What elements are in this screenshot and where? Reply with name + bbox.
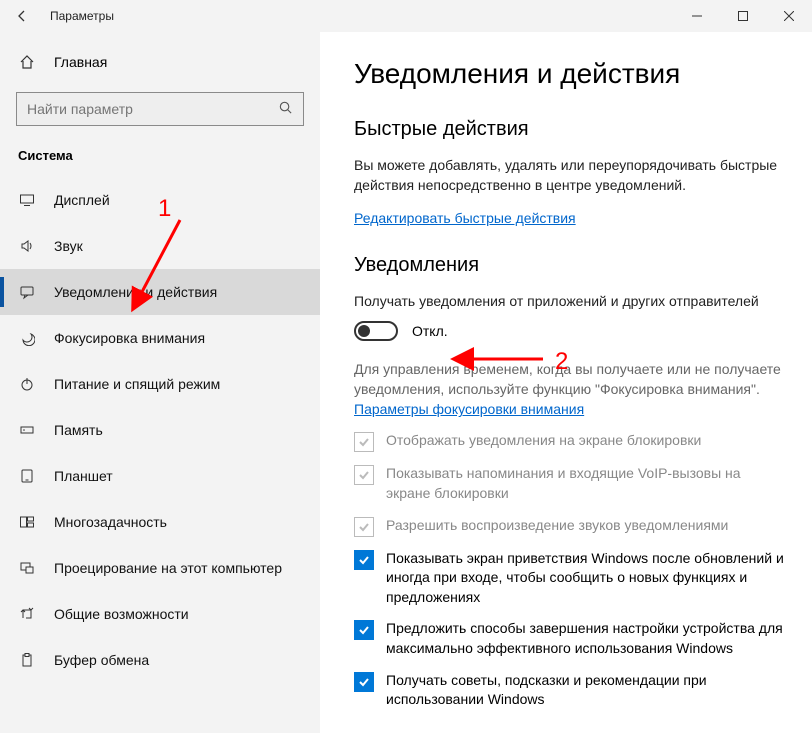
check-item-welcome: Показывать экран приветствия Windows пос… [354,549,784,608]
sidebar-item-storage[interactable]: Память [0,407,320,453]
sidebar-item-tablet[interactable]: Планшет [0,453,320,499]
toggle-knob [358,325,370,337]
sidebar-item-label: Память [54,422,103,438]
sidebar: Главная Система Дисплей Звук [0,32,320,733]
notification-icon [18,284,36,300]
check-item-lock: Отображать уведомления на экране блокиро… [354,431,784,452]
sidebar-item-label: Уведомления и действия [54,284,217,300]
search-input[interactable] [27,101,278,117]
page-title: Уведомления и действия [354,58,784,90]
notifications-checklist: Отображать уведомления на экране блокиро… [354,431,784,709]
home-icon [18,54,36,70]
clipboard-icon [18,652,36,668]
sidebar-item-notifications[interactable]: Уведомления и действия [0,269,320,315]
quick-actions-heading: Быстрые действия [354,118,784,141]
sidebar-item-label: Фокусировка внимания [54,330,205,346]
check-item-sounds: Разрешить воспроизведение звуков уведомл… [354,516,784,537]
projecting-icon [18,560,36,576]
checkbox[interactable] [354,672,374,692]
sidebar-item-projecting[interactable]: Проецирование на этот компьютер [0,545,320,591]
sidebar-home[interactable]: Главная [0,44,320,80]
focus-desc: Для управления временем, когда вы получа… [354,359,784,400]
sidebar-item-label: Звук [54,238,83,254]
checkbox[interactable] [354,432,374,452]
check-item-tips: Получать советы, подсказки и рекомендаци… [354,671,784,710]
check-item-voip: Показывать напоминания и входящие VoIP-в… [354,464,784,503]
sidebar-item-label: Буфер обмена [54,652,149,668]
sidebar-item-power[interactable]: Питание и спящий режим [0,361,320,407]
display-icon [18,192,36,208]
check-label: Показывать напоминания и входящие VoIP-в… [386,464,784,503]
quick-actions-desc: Вы можете добавлять, удалять или переупо… [354,155,784,196]
sidebar-item-sound[interactable]: Звук [0,223,320,269]
close-button[interactable] [766,0,812,32]
checkbox[interactable] [354,620,374,640]
check-label: Предложить способы завершения настройки … [386,619,784,658]
sidebar-item-clipboard[interactable]: Буфер обмена [0,637,320,683]
check-label: Показывать экран приветствия Windows пос… [386,549,784,608]
notifications-heading: Уведомления [354,254,784,277]
minimize-button[interactable] [674,0,720,32]
tablet-icon [18,468,36,484]
shared-icon [18,606,36,622]
sidebar-item-focus[interactable]: Фокусировка внимания [0,315,320,361]
storage-icon [18,422,36,438]
sidebar-item-label: Планшет [54,468,113,484]
checkbox[interactable] [354,465,374,485]
search-icon [278,100,293,118]
toggle-caption: Получать уведомления от приложений и дру… [354,291,784,311]
sidebar-item-shared[interactable]: Общие возможности [0,591,320,637]
search-box[interactable] [16,92,304,126]
content: Уведомления и действия Быстрые действия … [320,32,812,733]
sidebar-nav: Дисплей Звук Уведомления и действия Фоку… [0,177,320,683]
sound-icon [18,238,36,254]
sidebar-home-label: Главная [54,54,107,70]
focus-assist-link[interactable]: Параметры фокусировки внимания [354,401,584,417]
notifications-toggle[interactable] [354,321,398,341]
check-label: Разрешить воспроизведение звуков уведомл… [386,516,728,536]
sidebar-item-label: Многозадачность [54,514,167,530]
titlebar: Параметры [0,0,812,32]
sidebar-item-label: Питание и спящий режим [54,376,220,392]
power-icon [18,376,36,392]
check-label: Отображать уведомления на экране блокиро… [386,431,701,451]
check-item-finishsetup: Предложить способы завершения настройки … [354,619,784,658]
maximize-button[interactable] [720,0,766,32]
check-label: Получать советы, подсказки и рекомендаци… [386,671,784,710]
checkbox[interactable] [354,550,374,570]
sidebar-item-multitasking[interactable]: Многозадачность [0,499,320,545]
focus-icon [18,330,36,346]
edit-quick-actions-link[interactable]: Редактировать быстрые действия [354,210,576,226]
toggle-state-label: Откл. [412,323,448,339]
sidebar-section-label: Система [0,142,320,173]
window-title: Параметры [44,9,114,23]
sidebar-item-label: Проецирование на этот компьютер [54,560,282,576]
sidebar-item-label: Общие возможности [54,606,189,622]
back-button[interactable] [0,0,44,32]
multitasking-icon [18,514,36,530]
checkbox[interactable] [354,517,374,537]
sidebar-item-display[interactable]: Дисплей [0,177,320,223]
sidebar-item-label: Дисплей [54,192,110,208]
